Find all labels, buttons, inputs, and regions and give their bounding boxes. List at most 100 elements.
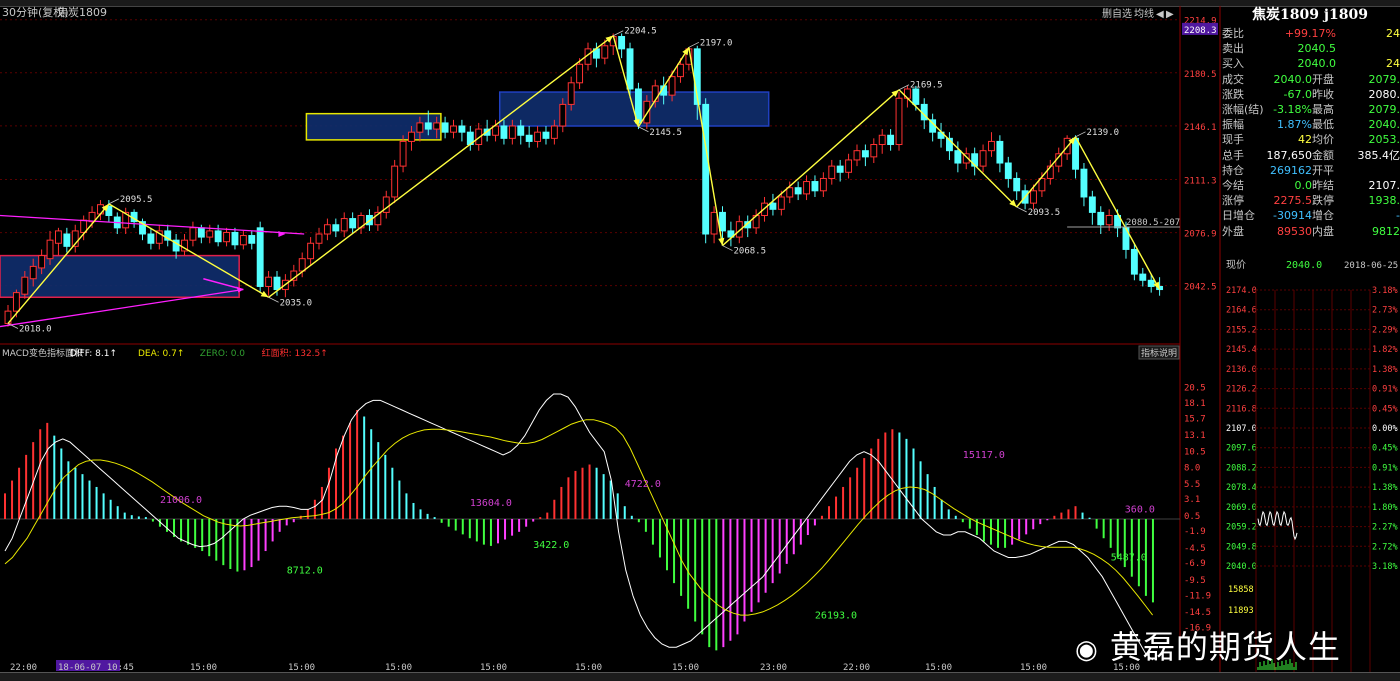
candle-body (333, 225, 339, 231)
area-label: 8712.0 (287, 565, 323, 576)
quote-label: 成交 (1222, 72, 1244, 87)
candle-body (266, 277, 272, 286)
macd-tick: 8.0 (1184, 464, 1200, 474)
next-button[interactable]: ▶ (1166, 9, 1174, 20)
quote-label: 涨停 (1222, 193, 1244, 208)
candle-body (434, 123, 440, 129)
quote-value: 1.87% (1277, 117, 1312, 132)
minute-right-tick: 2.73% (1372, 306, 1398, 316)
quote-label: 内盘 (1312, 224, 1334, 239)
minute-right-tick: 3.18% (1372, 562, 1398, 572)
candle-body (215, 231, 221, 242)
candle-body (417, 123, 423, 132)
candle-body (509, 126, 515, 138)
candle-body (787, 188, 793, 197)
minute-right-tick: 1.38% (1372, 483, 1398, 493)
weibo-icon: ◉ (1075, 635, 1099, 665)
price-tick: 2146.1 (1184, 123, 1217, 133)
quote-value: 1938. (1369, 193, 1400, 208)
price-tick: 2180.5 (1184, 70, 1217, 80)
pivot-leader (269, 297, 279, 302)
candle-body (1089, 197, 1095, 212)
candle-body (879, 135, 885, 144)
candle-body (627, 49, 633, 89)
pivot-leader (1076, 132, 1086, 137)
quote-value: 42 (1298, 132, 1312, 147)
candle-body (400, 141, 406, 166)
candle-body (316, 234, 322, 243)
candle-body (190, 228, 196, 240)
quote-label: 振幅 (1222, 117, 1244, 132)
pivot-label: 2093.5 (1028, 208, 1061, 218)
quote-row: 外盘89530内盘9812 (1220, 224, 1400, 239)
pivot-label: 2197.0 (700, 38, 733, 48)
minute-left-tick: 2116.8 (1226, 404, 1257, 414)
minute-right-tick: 2.72% (1372, 542, 1398, 552)
minute-left-tick: 2078.4 (1226, 483, 1257, 493)
candle-body (526, 135, 532, 141)
candle-body (543, 132, 549, 138)
candle-body (829, 166, 835, 178)
ma-button[interactable]: 均线 (1134, 7, 1154, 20)
pivot-label: 2095.5 (120, 195, 153, 205)
minute-left-tick: 2097.6 (1226, 444, 1257, 454)
dea-line (5, 420, 1153, 615)
candle-body (711, 212, 717, 234)
candle-body (913, 89, 919, 104)
minute-right-tick: 1.82% (1372, 345, 1398, 355)
minute-left-tick: 2049.8 (1226, 542, 1257, 552)
quote-label: 金额 (1312, 148, 1334, 163)
candle-body (602, 46, 608, 58)
macd-tick: -9.5 (1184, 576, 1206, 586)
candle-body (551, 126, 557, 138)
candle-body (451, 126, 457, 132)
volume-tick: 11893 (1228, 606, 1254, 616)
candle-body (341, 219, 347, 231)
candle-body (299, 259, 305, 271)
quote-label: 昨收 (1312, 87, 1334, 102)
delete-watchlist-button[interactable]: 删自选 (1102, 7, 1132, 20)
candle-body (1014, 178, 1020, 190)
macd-tick: 15.7 (1184, 414, 1206, 424)
macd-tick: -11.9 (1184, 591, 1211, 601)
minute-left-tick: 2145.4 (1226, 345, 1257, 355)
macd-tick: 5.5 (1184, 480, 1200, 490)
pivot-label: 2204.5 (624, 27, 657, 37)
quote-label: 持仓 (1222, 163, 1244, 178)
candle-body (1106, 215, 1112, 224)
candle-body (871, 145, 877, 157)
candle-body (862, 151, 868, 157)
quote-row: 成交2040.0开盘2079. (1220, 72, 1400, 87)
quote-label: 现手 (1222, 132, 1244, 147)
quote-value: 2040.0 (1274, 72, 1313, 87)
quote-value: 2080. (1369, 87, 1400, 102)
quote-row: 委比+99.17%24 (1220, 26, 1400, 41)
watermark-text: 黄磊的期货人生 (1110, 628, 1341, 666)
minute-left-tick: 2136.0 (1226, 365, 1257, 375)
quote-label: 开平 (1312, 163, 1334, 178)
macd-tick: -1.9 (1184, 527, 1206, 537)
candle-body (980, 151, 986, 166)
candle-body (846, 160, 852, 172)
candle-body (955, 151, 961, 163)
quote-label: 跌停 (1312, 193, 1334, 208)
prev-button[interactable]: ◀ (1156, 9, 1164, 20)
candle-body (55, 231, 61, 243)
macd-legend-item: DIFF: 8.1↑ (70, 349, 117, 359)
candle-body (888, 135, 894, 144)
candle-body (989, 141, 995, 150)
candle-body (409, 132, 415, 141)
area-label: 21006.0 (160, 495, 202, 506)
quote-value: -3.18% (1273, 102, 1312, 117)
candle-body (39, 256, 45, 268)
diff-line (5, 394, 1153, 660)
candle-body (778, 197, 784, 209)
pivot-label: 2068.5 (733, 247, 766, 257)
candle-body (997, 141, 1003, 163)
kline-chart[interactable]: 2018.02095.52035.02204.52145.52197.02068… (0, 0, 1400, 680)
quote-title: 焦炭1809 j1809 (1220, 6, 1400, 24)
quote-row: 涨跌-67.0昨收2080. (1220, 87, 1400, 102)
indicator-help-label: 指标说明 (1141, 347, 1177, 359)
quote-value: 2040.5 (1298, 41, 1337, 56)
macd-legend-item: DEA: 0.7↑ (138, 349, 184, 359)
